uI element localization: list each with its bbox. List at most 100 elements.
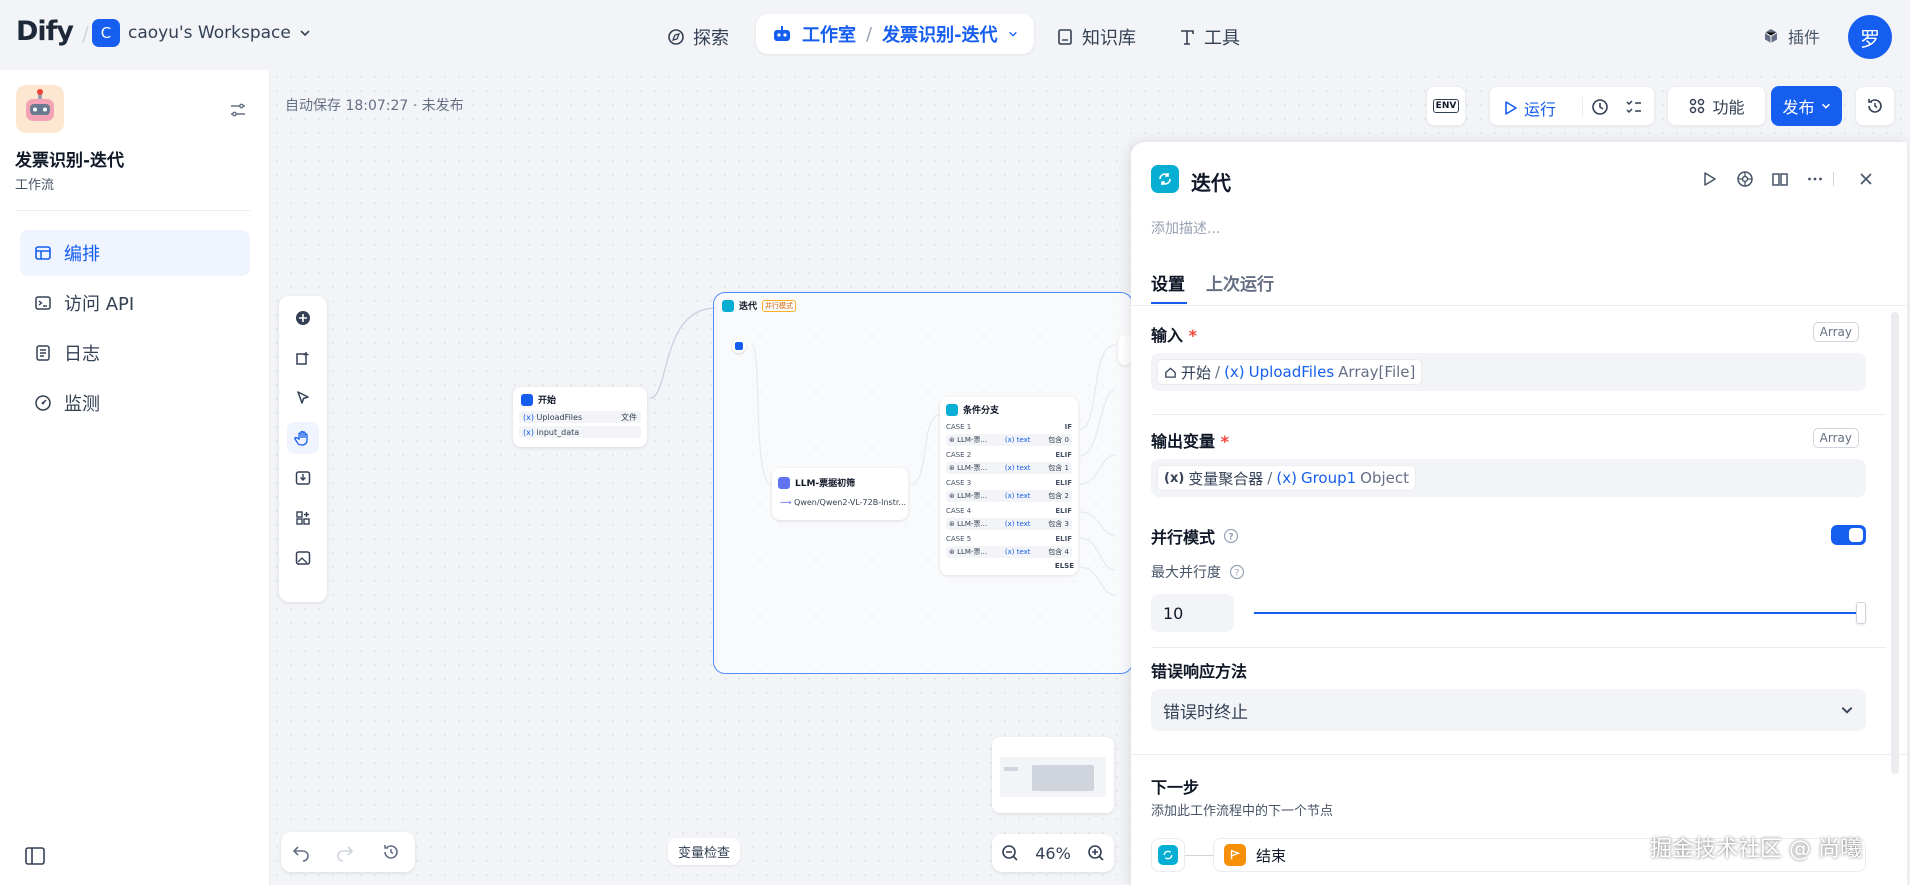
variable-chip: (x) 变量聚合器 / (x) Group1 Object	[1157, 465, 1417, 491]
input-variable-selector[interactable]: 开始 / (x) UploadFiles Array[File]	[1151, 353, 1866, 391]
play-icon	[1504, 100, 1518, 116]
dify-logo[interactable]: Dify	[16, 16, 74, 47]
if-else-node[interactable]: 条件分支 CASE 1 IF ⊛ LLM-票... (x) text 包含 0 CASE …	[940, 397, 1078, 575]
variable-inspect-button[interactable]: 变量检查	[668, 838, 741, 865]
tab-settings[interactable]: 设置	[1151, 270, 1185, 295]
history-icon[interactable]	[381, 842, 401, 862]
workspace-switcher[interactable]: C caoyu's Workspace	[92, 19, 311, 47]
add-node-icon[interactable]	[287, 302, 319, 334]
workspace-avatar: C	[92, 19, 120, 47]
run-toolbar-group: 运行	[1489, 86, 1655, 126]
if-else-case: CASE 4 ELIF ⊛ LLM-票... (x) text 包含 3	[946, 507, 1072, 530]
env-button[interactable]: ENV	[1426, 86, 1466, 126]
minimap[interactable]	[992, 737, 1114, 813]
nav-studio[interactable]: 工作室 / 发票识别-迭代	[756, 14, 1034, 54]
orchestrate-icon	[34, 244, 52, 262]
zoom-level[interactable]: 46%	[1035, 844, 1071, 863]
sidebar-settings-icon[interactable]	[228, 100, 248, 120]
svg-text:?: ?	[1228, 533, 1233, 543]
minimap-toggle-icon[interactable]	[287, 542, 319, 574]
current-node-icon	[1151, 838, 1185, 872]
if-else-case: CASE 1 IF ⊛ LLM-票... (x) text 包含 0	[946, 423, 1072, 446]
hand-icon[interactable]	[287, 422, 319, 454]
book-icon	[1056, 28, 1074, 46]
llm-icon	[778, 476, 790, 489]
iteration-icon	[1151, 165, 1179, 193]
user-avatar[interactable]: 罗	[1848, 15, 1892, 59]
sidebar-item-logs[interactable]: 日志	[20, 330, 250, 376]
model-label: ⟿ Qwen/Qwen2-VL-72B-Instr...	[780, 498, 907, 507]
workspace-name: caoyu's Workspace	[128, 23, 291, 43]
add-note-icon[interactable]	[287, 342, 319, 374]
book-open-icon[interactable]	[1771, 170, 1789, 188]
scrollbar[interactable]	[1891, 312, 1899, 774]
branch-icon	[946, 403, 958, 416]
iteration-config-panel: 迭代 添加描述... 设置 上次运行 输入 * Array 开始 / (x) Upl…	[1131, 142, 1907, 885]
parallel-mode-toggle[interactable]	[1831, 525, 1866, 545]
divider	[15, 210, 250, 211]
nav-knowledge[interactable]: 知识库	[1056, 24, 1136, 50]
monitor-icon	[34, 394, 52, 412]
run-button[interactable]: 运行	[1504, 96, 1556, 120]
organize-nodes-icon[interactable]	[287, 502, 319, 534]
output-label: 输出变量 *	[1151, 432, 1229, 451]
chevron-down-icon	[1840, 703, 1854, 717]
run-node-icon[interactable]	[1701, 170, 1719, 188]
hidden-node[interactable]	[1118, 335, 1132, 365]
list-check-icon[interactable]	[1624, 97, 1644, 117]
features-button[interactable]: 功能	[1667, 86, 1766, 126]
app-icon	[16, 85, 64, 133]
home-icon	[1164, 366, 1177, 379]
start-var-row: (x) input_data	[519, 426, 641, 438]
collapse-sidebar-icon[interactable]	[24, 846, 46, 866]
export-image-icon[interactable]	[287, 462, 319, 494]
output-variable-selector[interactable]: (x) 变量聚合器 / (x) Group1 Object	[1151, 459, 1866, 497]
version-history-button[interactable]	[1855, 86, 1895, 126]
description-input[interactable]: 添加描述...	[1151, 218, 1220, 238]
max-parallel-slider[interactable]	[1254, 602, 1866, 624]
llm-node[interactable]: LLM-票据初筛 ⟿ Qwen/Qwen2-VL-72B-Instr...	[772, 468, 908, 520]
pointer-icon[interactable]	[287, 382, 319, 414]
more-icon[interactable]	[1806, 170, 1824, 188]
publish-button[interactable]: 发布	[1771, 86, 1842, 126]
redo-icon[interactable]	[335, 842, 355, 862]
nav-tools[interactable]: 工具	[1178, 24, 1240, 50]
panel-title[interactable]: 迭代	[1191, 167, 1231, 196]
output-type-tag: Array	[1812, 428, 1859, 448]
tab-last-run[interactable]: 上次运行	[1206, 270, 1274, 295]
if-else-case: CASE 3 ELIF ⊛ LLM-票... (x) text 包含 2	[946, 479, 1072, 502]
divider: /	[82, 22, 89, 46]
zoom-controls: 46%	[992, 834, 1114, 872]
help-link-icon[interactable]	[1736, 170, 1754, 188]
close-icon[interactable]	[1857, 170, 1875, 188]
start-node[interactable]: 开始 (x) UploadFiles 文件 (x) input_data	[513, 387, 647, 447]
error-handling-select[interactable]: 错误时终止	[1151, 689, 1866, 731]
tab-indicator	[1151, 302, 1187, 304]
terminal-icon	[34, 294, 52, 312]
nav-explore[interactable]: 探索	[667, 24, 729, 50]
iteration-icon	[722, 299, 734, 312]
plugins-button[interactable]: 插件	[1762, 24, 1820, 48]
next-step-description: 添加此工作流程中的下一个节点	[1151, 804, 1334, 819]
checklist-icon[interactable]	[1590, 97, 1610, 117]
zoom-in-icon[interactable]	[1086, 843, 1106, 863]
compass-icon	[667, 28, 685, 46]
max-parallel-input[interactable]: 10	[1151, 594, 1234, 632]
current-app-name[interactable]: 发票识别-迭代	[882, 21, 997, 47]
cube-icon	[1762, 27, 1780, 45]
sidebar-item-monitor[interactable]: 监测	[20, 380, 250, 426]
history-icon	[1865, 96, 1885, 116]
robot-icon	[772, 25, 792, 43]
if-else-case: CASE 5 ELIF ⊛ LLM-票... (x) text 包含 4	[946, 535, 1072, 558]
help-icon: ?	[1229, 564, 1245, 580]
iteration-start-icon	[732, 339, 746, 353]
svg-text:?: ?	[1235, 569, 1240, 579]
end-icon	[1224, 844, 1246, 866]
sidebar-item-api[interactable]: 访问 API	[20, 280, 250, 326]
slider-thumb[interactable]	[1856, 602, 1866, 624]
apps-icon	[1688, 97, 1706, 115]
undo-icon[interactable]	[291, 842, 311, 862]
watermark: 掘金技术社区 @ 尚曦	[1650, 837, 1862, 862]
sidebar-item-orchestrate[interactable]: 编排	[20, 230, 250, 276]
zoom-out-icon[interactable]	[1000, 843, 1020, 863]
